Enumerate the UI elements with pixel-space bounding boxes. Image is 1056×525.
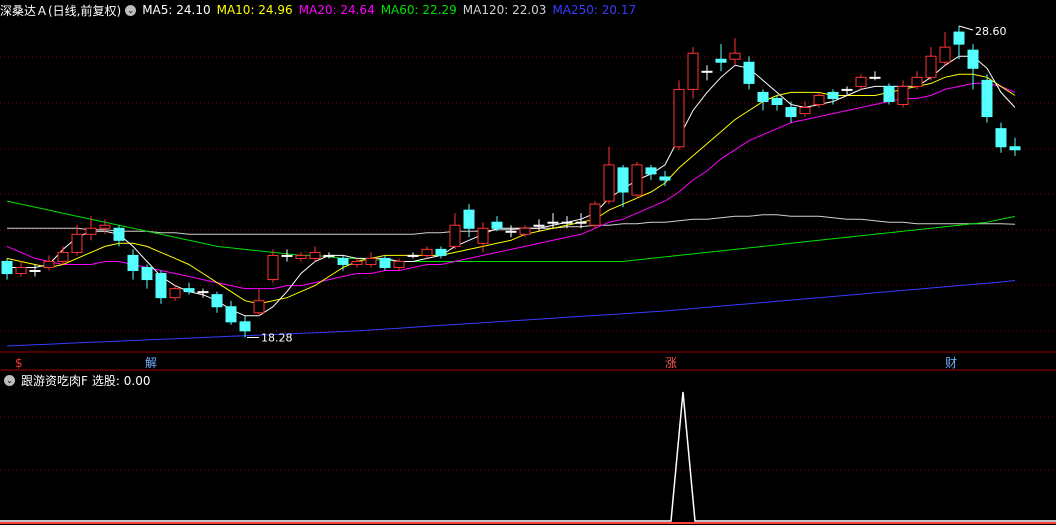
candle-down bbox=[197, 291, 209, 294]
candle-up bbox=[85, 227, 97, 235]
candle-up bbox=[267, 254, 279, 281]
candle-up bbox=[99, 224, 111, 229]
candle-up bbox=[799, 107, 811, 115]
candle-down bbox=[463, 209, 475, 229]
candle-up bbox=[673, 88, 685, 148]
candle-down bbox=[827, 91, 839, 99]
ma10-line bbox=[6, 73, 1016, 305]
candlestick-chart[interactable]: 28.60 18.28 bbox=[0, 0, 1056, 525]
candle-up bbox=[631, 164, 643, 196]
candle-up bbox=[897, 85, 909, 106]
candle-up bbox=[351, 260, 363, 265]
candle-down bbox=[113, 227, 125, 241]
candle-down bbox=[841, 88, 853, 91]
candle-down bbox=[505, 230, 517, 233]
candle-down bbox=[141, 266, 153, 281]
candle-up bbox=[15, 266, 27, 275]
candle-down bbox=[407, 254, 419, 257]
candle-down bbox=[379, 257, 391, 268]
candle-down bbox=[547, 221, 559, 224]
candle-up bbox=[603, 164, 615, 202]
candle-down bbox=[127, 254, 139, 272]
high-pointer bbox=[958, 25, 974, 31]
candle-down bbox=[561, 221, 573, 224]
marker-zhang[interactable]: 涨 bbox=[665, 356, 677, 370]
candle-down bbox=[771, 97, 783, 106]
candle-down bbox=[757, 91, 769, 102]
marker-cai[interactable]: 财 bbox=[945, 356, 957, 370]
candle-up bbox=[855, 76, 867, 87]
candle-up bbox=[43, 260, 55, 268]
candle-up bbox=[729, 52, 741, 60]
candle-up bbox=[295, 254, 307, 259]
candle-up bbox=[169, 288, 181, 299]
candle-up bbox=[687, 52, 699, 90]
candle-up bbox=[57, 251, 69, 262]
candle-up bbox=[925, 55, 937, 78]
candle-up bbox=[365, 257, 377, 265]
candle-down bbox=[659, 176, 671, 181]
candle-down bbox=[617, 167, 629, 193]
candle-down bbox=[1009, 146, 1021, 151]
candle-down bbox=[225, 306, 237, 323]
candle-down bbox=[491, 221, 503, 229]
candle-down bbox=[967, 49, 979, 69]
candle-down bbox=[435, 248, 447, 256]
candle-up bbox=[393, 260, 405, 268]
candle-down bbox=[323, 254, 335, 257]
candle-up bbox=[71, 233, 83, 253]
candle-down bbox=[281, 254, 293, 257]
candle-up bbox=[813, 94, 825, 106]
marker-jie[interactable]: 解 bbox=[145, 356, 157, 370]
candle-up bbox=[421, 248, 433, 256]
candle-down bbox=[645, 167, 657, 175]
candle-down bbox=[239, 321, 251, 332]
candle-up bbox=[939, 46, 951, 63]
candle-up bbox=[589, 203, 601, 226]
candle-down bbox=[155, 273, 167, 299]
low-label: 18.28 bbox=[261, 332, 293, 345]
candle-down bbox=[183, 288, 195, 293]
candle-up bbox=[309, 251, 321, 259]
candle-down bbox=[869, 76, 881, 79]
candle-down bbox=[743, 61, 755, 84]
candle-down bbox=[533, 224, 545, 227]
candle-up bbox=[911, 76, 923, 87]
ma20-line bbox=[6, 82, 1016, 290]
candle-down bbox=[1, 260, 13, 275]
candle-down bbox=[883, 85, 895, 102]
candle-down bbox=[701, 70, 713, 73]
signal-line bbox=[0, 391, 1056, 522]
candle-down bbox=[337, 257, 349, 265]
candle-up bbox=[253, 300, 265, 314]
candle-down bbox=[29, 270, 41, 273]
marker-dollar[interactable]: $ bbox=[15, 356, 23, 370]
high-label: 28.60 bbox=[975, 25, 1007, 38]
candle-down bbox=[715, 58, 727, 63]
candle-down bbox=[953, 31, 965, 45]
candle-up bbox=[519, 227, 531, 235]
candle-down bbox=[211, 294, 223, 308]
candle-down bbox=[995, 128, 1007, 148]
candle-down bbox=[785, 107, 797, 118]
candle-down bbox=[981, 79, 993, 118]
candle-down bbox=[575, 221, 587, 224]
candle-up bbox=[449, 224, 461, 247]
candle-up bbox=[477, 227, 489, 244]
chart-window: { "header": { "title": "深桑达Ａ(日线,前复权)", "… bbox=[0, 0, 1056, 525]
